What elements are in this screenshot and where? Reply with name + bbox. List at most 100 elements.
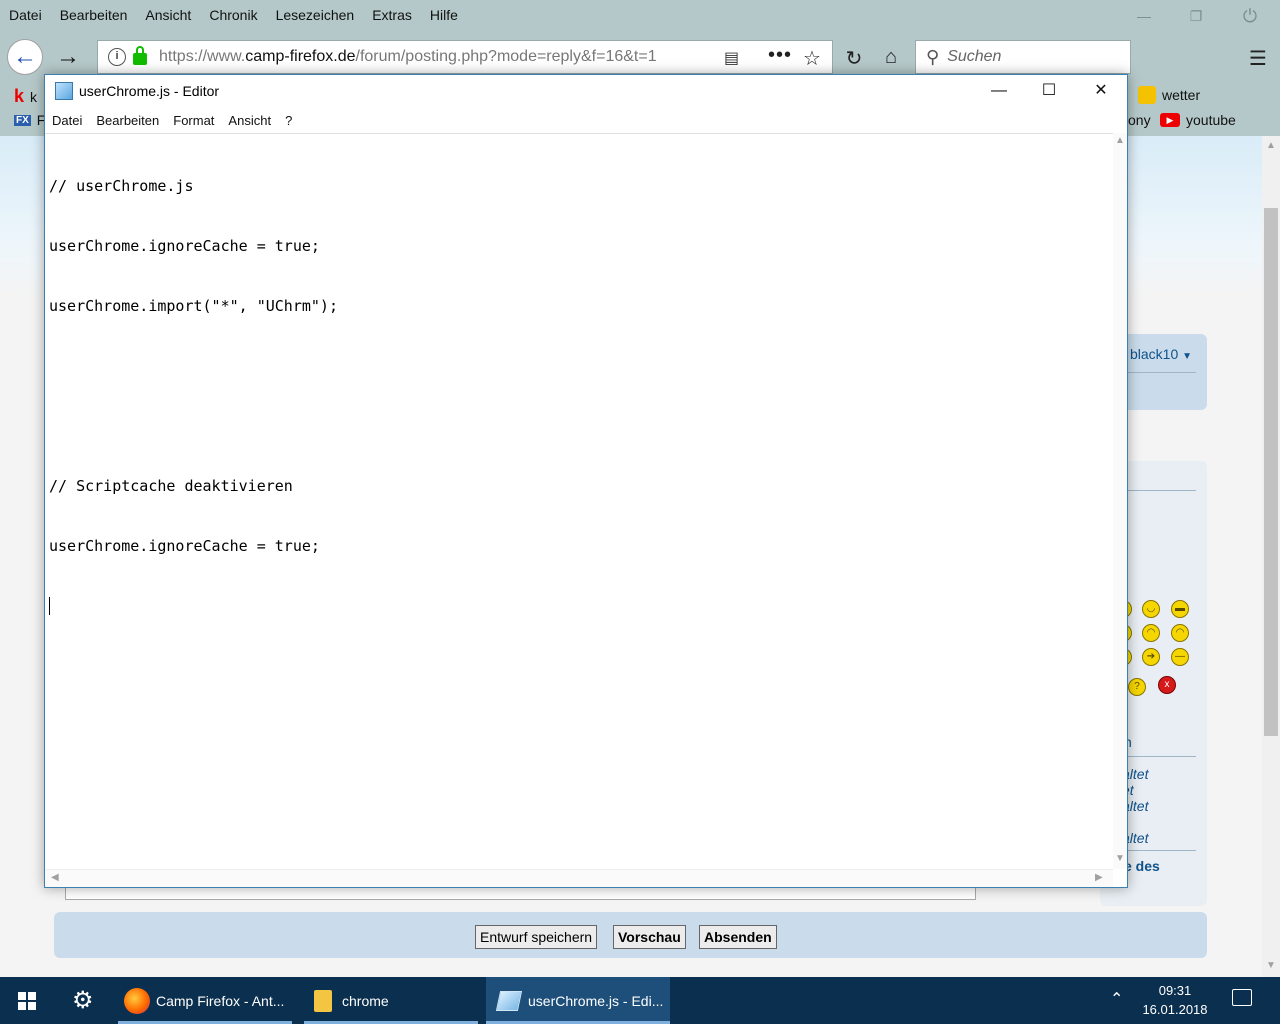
neutral-smiley-icon[interactable]: — bbox=[1171, 648, 1189, 666]
taskbar-firefox[interactable]: Camp Firefox - Ant... bbox=[118, 977, 292, 1024]
scroll-down-icon[interactable]: ▼ bbox=[1115, 853, 1125, 864]
search-bar[interactable]: ⚲ Suchen bbox=[915, 40, 1131, 74]
scroll-right-icon[interactable]: ▶ bbox=[1095, 872, 1103, 883]
evil-smiley-icon[interactable]: ◠ bbox=[1171, 624, 1189, 642]
bookmark-sony-label: ony bbox=[1128, 112, 1151, 128]
url-bar[interactable]: i https://www.camp-firefox.de/forum/post… bbox=[97, 40, 833, 74]
page-actions-icon[interactable]: ••• bbox=[768, 44, 792, 67]
menu-hilfe[interactable]: Hilfe bbox=[421, 7, 467, 23]
info-icon[interactable]: i bbox=[108, 48, 126, 66]
side-divider bbox=[1124, 756, 1196, 757]
windows-start-icon[interactable] bbox=[18, 992, 36, 1010]
mad-smiley-icon[interactable]: x bbox=[1158, 676, 1176, 694]
lock-icon[interactable] bbox=[133, 46, 147, 65]
editor-title: userChrome.js - Editor bbox=[79, 83, 220, 99]
confused-smiley-icon[interactable]: ? bbox=[1128, 678, 1146, 696]
editor-vertical-scrollbar[interactable]: ▲ ▼ bbox=[1113, 133, 1127, 869]
editor-maximize-icon[interactable]: ☐ bbox=[1023, 75, 1075, 107]
bookmark-fx[interactable]: FX F bbox=[14, 112, 45, 128]
cool-smiley-icon[interactable]: ▬ bbox=[1171, 600, 1189, 618]
settings-gear-icon[interactable]: ⚙ bbox=[72, 986, 94, 1015]
menu-datei[interactable]: Datei bbox=[0, 7, 51, 23]
evil-smiley-icon[interactable]: ◠ bbox=[1142, 624, 1160, 642]
bookmark-star-icon[interactable]: ☆ bbox=[800, 46, 824, 71]
reader-view-icon[interactable]: ▤ bbox=[724, 48, 739, 68]
editor-menu-ansicht[interactable]: Ansicht bbox=[221, 113, 278, 128]
editor-horizontal-scrollbar[interactable]: ◀ ▶ bbox=[45, 869, 1113, 887]
code-line: // Scriptcache deaktivieren bbox=[49, 477, 293, 495]
scroll-up-icon[interactable]: ▲ bbox=[1266, 140, 1276, 151]
firefox-menubar: Datei Bearbeiten Ansicht Chronik Lesezei… bbox=[0, 0, 1280, 30]
firefox-power-icon[interactable]: ⏻ bbox=[1240, 6, 1260, 26]
scroll-left-icon[interactable]: ◀ bbox=[51, 872, 59, 883]
url-text[interactable]: https://www.camp-firefox.de/forum/postin… bbox=[159, 48, 719, 66]
editor-text-area[interactable]: // userChrome.js userChrome.ignoreCache … bbox=[45, 133, 1113, 869]
menu-extras[interactable]: Extras bbox=[363, 7, 421, 23]
code-line: // userChrome.js bbox=[49, 177, 194, 195]
bookmark-wetter-label: wetter bbox=[1162, 87, 1201, 103]
side-panel-divider bbox=[1128, 490, 1196, 491]
taskbar-clock[interactable]: 09:31 16.01.2018 bbox=[1130, 981, 1220, 1019]
editor-minimize-icon[interactable]: — bbox=[973, 75, 1025, 107]
side-section-fragment: e des bbox=[1124, 858, 1160, 874]
editor-close-icon[interactable]: ✕ bbox=[1075, 75, 1127, 107]
scroll-up-icon[interactable]: ▲ bbox=[1115, 135, 1125, 146]
notepad-icon bbox=[495, 990, 523, 1011]
bookmark-k-label: k bbox=[30, 88, 38, 105]
reload-icon[interactable]: ↻ bbox=[842, 46, 866, 71]
url-prefix: https://www. bbox=[159, 48, 246, 65]
search-placeholder: Suchen bbox=[947, 48, 1002, 65]
save-draft-button[interactable]: Entwurf speichern bbox=[475, 925, 598, 949]
user-name-label: black10 bbox=[1130, 346, 1179, 362]
editor-menu-datei[interactable]: Datei bbox=[45, 113, 89, 128]
home-icon[interactable]: ⌂ bbox=[879, 46, 903, 69]
menu-bearbeiten[interactable]: Bearbeiten bbox=[51, 7, 137, 23]
bookmark-wetter[interactable]: wetter bbox=[1138, 86, 1200, 104]
user-panel-divider bbox=[1128, 372, 1196, 373]
action-center-icon[interactable] bbox=[1232, 989, 1252, 1006]
user-menu[interactable]: black10 ▼ bbox=[1130, 346, 1192, 362]
firefox-restore-icon[interactable]: ❐ bbox=[1186, 6, 1206, 26]
url-path: /forum/posting.php?mode=reply&f=16&t=1 bbox=[355, 48, 657, 65]
page-scrollbar-thumb[interactable] bbox=[1264, 208, 1278, 736]
bookmark-sony[interactable]: ony bbox=[1128, 112, 1151, 128]
text-caret bbox=[49, 597, 50, 615]
taskbar-explorer[interactable]: chrome bbox=[304, 977, 478, 1024]
editor-menu-format[interactable]: Format bbox=[166, 113, 221, 128]
arrow-smiley-icon[interactable]: ➔ bbox=[1142, 648, 1160, 666]
editor-menu-bearbeiten[interactable]: Bearbeiten bbox=[89, 113, 166, 128]
editor-titlebar[interactable]: userChrome.js - Editor — ☐ ✕ bbox=[45, 75, 1127, 107]
submit-button[interactable]: Absenden bbox=[699, 925, 777, 949]
editor-menubar: Datei Bearbeiten Format Ansicht ? bbox=[45, 107, 1127, 133]
code-line: userChrome.ignoreCache = true; bbox=[49, 537, 320, 555]
menu-ansicht[interactable]: Ansicht bbox=[136, 7, 200, 23]
taskbar-editor[interactable]: userChrome.js - Edi... bbox=[486, 977, 670, 1024]
page-scrollbar[interactable]: ▲ ▼ bbox=[1262, 136, 1280, 977]
forward-arrow-icon[interactable]: → bbox=[50, 39, 86, 75]
code-line: userChrome.ignoreCache = true; bbox=[49, 237, 320, 255]
clock-time: 09:31 bbox=[1158, 983, 1192, 998]
code-line: userChrome.import("*", "UChrm"); bbox=[49, 297, 338, 315]
k-logo-icon: k bbox=[14, 86, 25, 106]
tray-chevron-up-icon[interactable]: ⌃ bbox=[1110, 989, 1123, 1009]
preview-button[interactable]: Vorschau bbox=[613, 925, 686, 949]
firefox-logo-icon bbox=[124, 987, 150, 1014]
menu-lesezeichen[interactable]: Lesezeichen bbox=[267, 7, 364, 23]
scroll-down-icon[interactable]: ▼ bbox=[1266, 960, 1276, 971]
folder-icon bbox=[314, 989, 332, 1012]
windows-taskbar: ⚙ Camp Firefox - Ant... chrome userChrom… bbox=[0, 977, 1280, 1024]
bookmark-k[interactable]: k k bbox=[14, 86, 37, 107]
taskbar-firefox-label: Camp Firefox - Ant... bbox=[156, 992, 285, 1009]
hamburger-menu-icon[interactable]: ☰ bbox=[1246, 46, 1270, 71]
weather-icon bbox=[1138, 86, 1156, 104]
firefox-minimize-icon[interactable]: — bbox=[1134, 6, 1154, 26]
editor-menu-help[interactable]: ? bbox=[278, 113, 299, 128]
menu-chronik[interactable]: Chronik bbox=[200, 7, 266, 23]
back-arrow-icon[interactable]: ← bbox=[7, 39, 43, 75]
bookmark-youtube[interactable]: ▶ youtube bbox=[1160, 112, 1236, 128]
clock-date: 16.01.2018 bbox=[1142, 1002, 1208, 1017]
taskbar-explorer-label: chrome bbox=[342, 992, 389, 1009]
smiley-icon[interactable]: ◡ bbox=[1142, 600, 1160, 618]
